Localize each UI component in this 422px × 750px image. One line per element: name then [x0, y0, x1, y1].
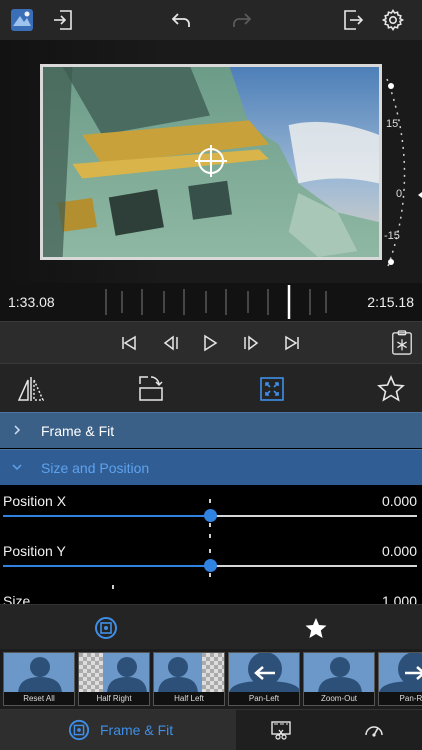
size-label: Size: [3, 593, 31, 604]
center-tick: [209, 534, 211, 538]
preset-tabs: [0, 604, 422, 649]
total-time: 2:15.18: [367, 294, 414, 310]
freeze-frame-icon[interactable]: [389, 329, 415, 357]
size-row: Size 1.000: [0, 585, 422, 604]
dial-label-0: 0: [396, 188, 403, 200]
slider-thumb[interactable]: [204, 559, 217, 572]
position-y-row: Position Y 0.000: [0, 534, 422, 586]
slider-thumb[interactable]: [204, 509, 217, 522]
current-time: 1:33.08: [8, 294, 55, 310]
favorites-star-icon[interactable]: [304, 616, 328, 640]
app-logo-icon[interactable]: [8, 6, 36, 34]
dial-label-minus-15: -15: [384, 230, 400, 242]
play-icon[interactable]: [198, 331, 222, 355]
size-tick: [112, 585, 114, 589]
position-y-value[interactable]: 0.000: [382, 543, 417, 559]
undo-icon[interactable]: [167, 6, 195, 34]
rotation-dial[interactable]: 15 0 -15: [382, 74, 422, 274]
redo-icon[interactable]: [228, 6, 256, 34]
trim-clip-icon[interactable]: [270, 719, 292, 741]
dial-label-15: 15: [386, 118, 399, 130]
slider-fill: [3, 565, 210, 567]
section-frame-fit-label: Frame & Fit: [41, 423, 115, 439]
frame-fit-tab-icon: [68, 719, 90, 741]
video-preview[interactable]: 15 0 -15: [0, 40, 422, 283]
position-x-slider[interactable]: [3, 509, 417, 522]
frame-fit-preset-icon[interactable]: [94, 616, 118, 640]
center-tick: [209, 573, 211, 577]
preset-label: Zoom-Out: [304, 692, 374, 705]
center-tick: [209, 549, 211, 553]
preset-pan-left[interactable]: Pan-Left: [228, 652, 300, 706]
position-x-row: Position X 0.000: [0, 486, 422, 536]
preset-half-right[interactable]: Half Right: [78, 652, 150, 706]
chevron-down-icon: [12, 464, 22, 471]
preset-label: Pan-Left: [229, 692, 299, 705]
step-back-icon[interactable]: [159, 331, 183, 355]
preset-label: Half Left: [154, 692, 224, 705]
chevron-right-icon: [14, 425, 21, 435]
skip-to-start-icon[interactable]: [117, 331, 141, 355]
tab-frame-fit-label: Frame & Fit: [100, 722, 174, 738]
transport-controls: [0, 321, 422, 363]
center-tick: [209, 499, 211, 503]
section-size-position-label: Size and Position: [41, 460, 150, 476]
preset-zoom-out[interactable]: Zoom-Out: [303, 652, 375, 706]
settings-panel: Position X 0.000 Position Y 0.000 Size 1…: [0, 486, 422, 604]
speed-gauge-icon[interactable]: [363, 719, 385, 741]
import-icon[interactable]: [49, 6, 77, 34]
timeline[interactable]: 1:33.08 2:15.18: [0, 283, 422, 321]
center-tick: [209, 523, 211, 527]
preset-half-left[interactable]: Half Left: [153, 652, 225, 706]
preset-reset-all[interactable]: Reset All: [3, 652, 75, 706]
preset-label: Half Right: [79, 692, 149, 705]
crosshair-icon[interactable]: [193, 143, 229, 179]
step-forward-icon[interactable]: [239, 331, 263, 355]
section-frame-fit[interactable]: Frame & Fit: [0, 412, 422, 448]
position-y-label: Position Y: [3, 543, 66, 559]
skip-to-end-icon[interactable]: [280, 331, 304, 355]
settings-gear-icon[interactable]: [379, 6, 407, 34]
preset-label: Pan-Rig: [379, 692, 422, 705]
preset-pan-right[interactable]: Pan-Rig: [378, 652, 422, 706]
position-y-slider[interactable]: [3, 559, 417, 572]
bottom-tab-bar: Frame & Fit: [0, 709, 422, 750]
star-icon[interactable]: [376, 374, 406, 404]
top-toolbar: [0, 0, 422, 40]
timeline-scrubber[interactable]: [100, 283, 344, 321]
position-x-value[interactable]: 0.000: [382, 493, 417, 509]
size-value[interactable]: 1.000: [382, 593, 417, 604]
tab-frame-fit[interactable]: Frame & Fit: [0, 710, 236, 750]
flip-mirror-icon[interactable]: [16, 374, 46, 404]
slider-fill: [3, 515, 210, 517]
preset-label: Reset All: [4, 692, 74, 705]
export-icon[interactable]: [339, 6, 367, 34]
presets-strip: Reset All Half Right Half Left Pan-Left …: [0, 649, 422, 709]
crop-rotate-icon[interactable]: [137, 374, 167, 404]
position-x-label: Position X: [3, 493, 67, 509]
tool-tabs: [0, 363, 422, 413]
frame-fit-icon[interactable]: [257, 374, 287, 404]
section-size-position[interactable]: Size and Position: [0, 449, 422, 485]
